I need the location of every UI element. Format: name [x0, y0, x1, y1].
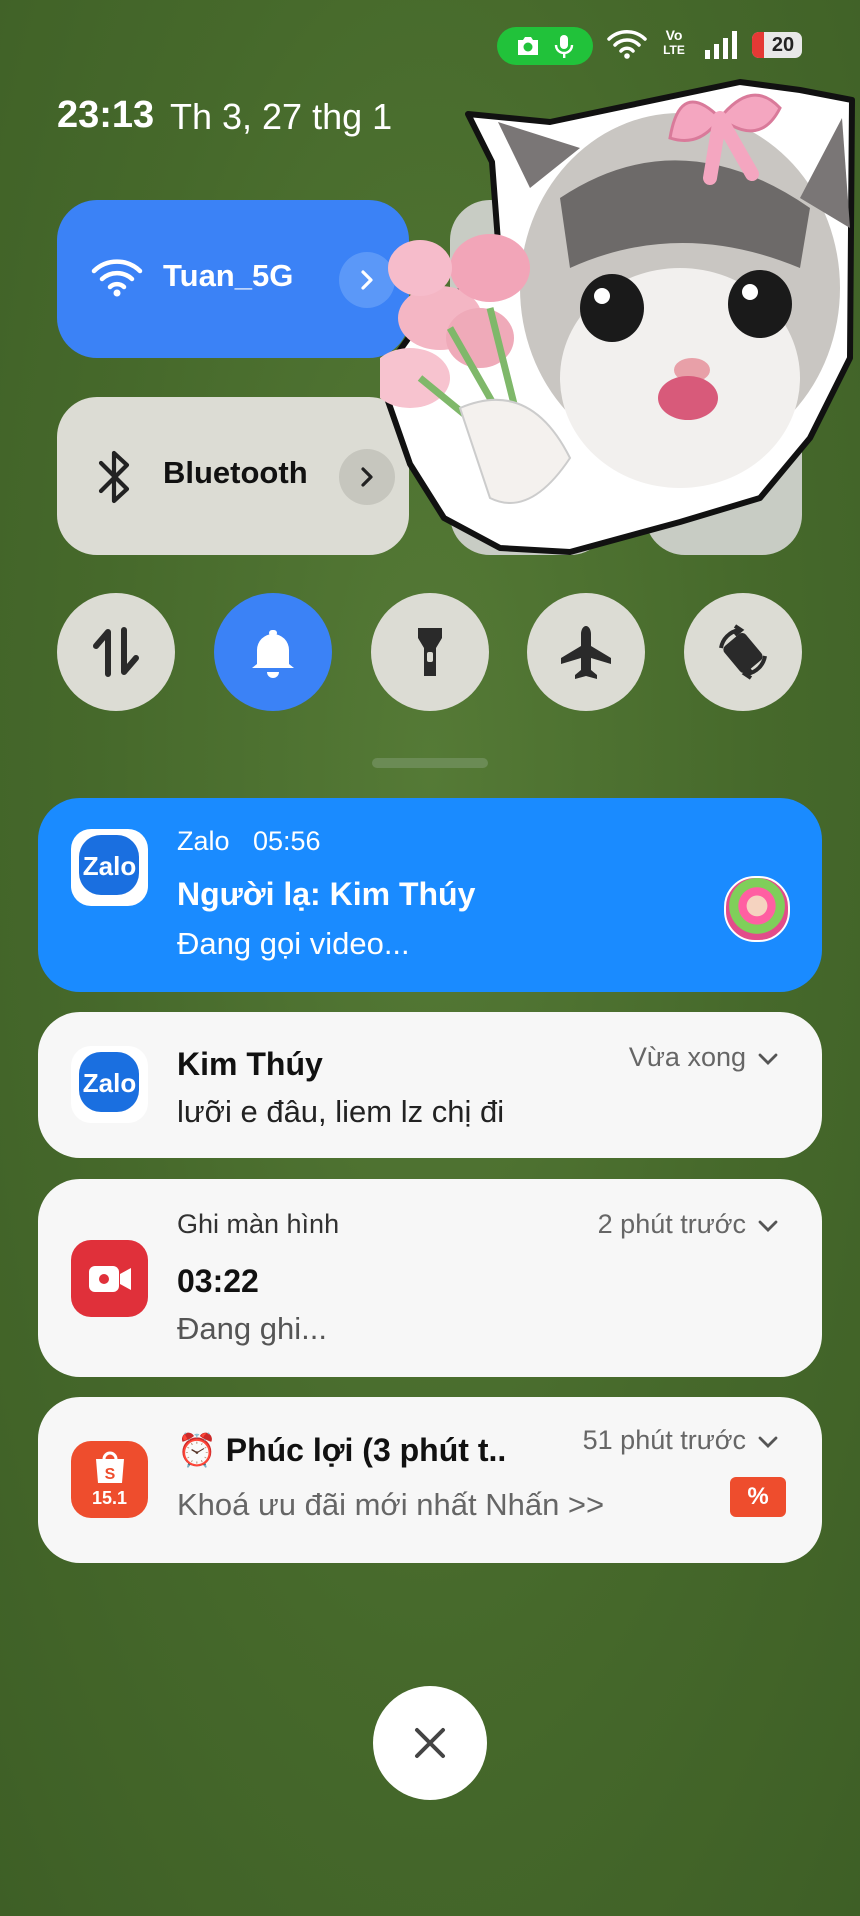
notification-screen-recorder[interactable]: Ghi màn hình 03:22 Đang ghi... 2 phút tr…: [38, 1179, 822, 1377]
battery-icon: 20: [752, 32, 802, 58]
close-icon: [415, 1728, 445, 1758]
volte-icon: Vo LTE: [660, 28, 688, 58]
notification-meta[interactable]: 51 phút trước: [583, 1425, 778, 1456]
mobile-data-toggle[interactable]: [57, 593, 175, 711]
clock-time[interactable]: 23:13: [57, 94, 154, 137]
notification-body: Đang gọi video...: [177, 926, 410, 961]
data-arrows-icon: [93, 627, 139, 677]
flashlight-toggle[interactable]: [371, 593, 489, 711]
chevron-right-icon: [361, 467, 373, 487]
bell-icon: [252, 630, 294, 678]
battery-percent: 20: [771, 34, 795, 56]
notification-time: 05:56: [253, 826, 321, 856]
clear-all-button[interactable]: [373, 1686, 487, 1800]
bluetooth-tile-label: Bluetooth: [163, 455, 308, 490]
voucher-badge-text: %: [747, 1483, 769, 1510]
wifi-tile-label: Tuan_5G: [163, 258, 294, 293]
flashlight-icon: [418, 628, 442, 676]
notification-body: Khoá ưu đãi mới nhất Nhấn >>: [177, 1487, 605, 1522]
notification-title: Người lạ: Kim Thúy: [177, 876, 476, 912]
notification-title: Kim Thúy: [177, 1046, 323, 1082]
chevron-down-icon: [758, 1436, 778, 1448]
zalo-app-icon: Zalo: [71, 1046, 148, 1123]
notification-timestamp: 51 phút trước: [582, 1425, 746, 1455]
notification-timestamp: 2 phút trước: [597, 1209, 746, 1239]
notification-zalo-call[interactable]: Zalo Zalo 05:56 Người lạ: Kim Thúy Đang …: [38, 798, 822, 992]
video-camera-icon: [89, 1266, 131, 1292]
airplane-mode-toggle[interactable]: [527, 593, 645, 711]
bluetooth-tile[interactable]: Bluetooth: [57, 397, 409, 555]
privacy-indicator-pill: [497, 27, 593, 65]
recorder-app-icon: [71, 1240, 148, 1317]
mic-icon: [554, 35, 574, 58]
chevron-right-icon: [361, 270, 373, 290]
notification-app-name: Zalo: [177, 826, 230, 856]
notification-zalo-message[interactable]: Zalo Kim Thúy lưỡi e đâu, liem lz chị đi…: [38, 1012, 822, 1158]
cat-sticker: [380, 79, 855, 555]
wifi-icon: [91, 259, 143, 297]
avatar: [724, 876, 790, 942]
zalo-icon-text: Zalo: [82, 1068, 137, 1098]
notification-title: ⏰ Phúc lợi (3 phút t...: [177, 1432, 507, 1468]
notification-shopee[interactable]: S 15.1 ⏰ Phúc lợi (3 phút t... Khoá ưu đ…: [38, 1397, 822, 1563]
airplane-icon: [561, 626, 611, 679]
battery-level: [752, 32, 764, 58]
shopee-icon-text: 15.1: [91, 1488, 128, 1508]
camera-icon: [518, 37, 538, 55]
volte-bottom: LTE: [663, 43, 685, 57]
drag-handle[interactable]: [372, 758, 488, 768]
sound-toggle[interactable]: [214, 593, 332, 711]
signal-icon: [705, 31, 737, 59]
rotate-icon: [719, 624, 767, 680]
notification-meta[interactable]: 2 phút trước: [598, 1209, 778, 1240]
svg-text:S: S: [105, 1466, 116, 1483]
zalo-icon-text: Zalo: [82, 851, 137, 881]
notification-body: Đang ghi...: [177, 1311, 327, 1346]
voucher-badge: %: [730, 1477, 786, 1517]
notification-title: 03:22: [177, 1263, 259, 1299]
wifi-icon: [607, 30, 647, 59]
shopping-bag-icon: S: [96, 1451, 124, 1483]
volte-top: Vo: [665, 27, 683, 43]
notification-timestamp: Vừa xong: [628, 1042, 746, 1072]
chevron-down-icon: [758, 1220, 778, 1232]
clock-date[interactable]: Th 3, 27 thg 1: [170, 96, 392, 138]
auto-rotate-toggle[interactable]: [684, 593, 802, 711]
notification-meta[interactable]: Vừa xong: [629, 1042, 778, 1073]
wifi-tile[interactable]: Tuan_5G: [57, 200, 409, 358]
chevron-down-icon: [758, 1053, 778, 1065]
zalo-app-icon: Zalo: [71, 829, 148, 906]
bluetooth-icon: [98, 450, 130, 504]
notification-body: lưỡi e đâu, liem lz chị đi: [177, 1094, 505, 1129]
shopee-app-icon: S 15.1: [71, 1441, 148, 1518]
notification-app-name: Ghi màn hình: [177, 1209, 340, 1239]
